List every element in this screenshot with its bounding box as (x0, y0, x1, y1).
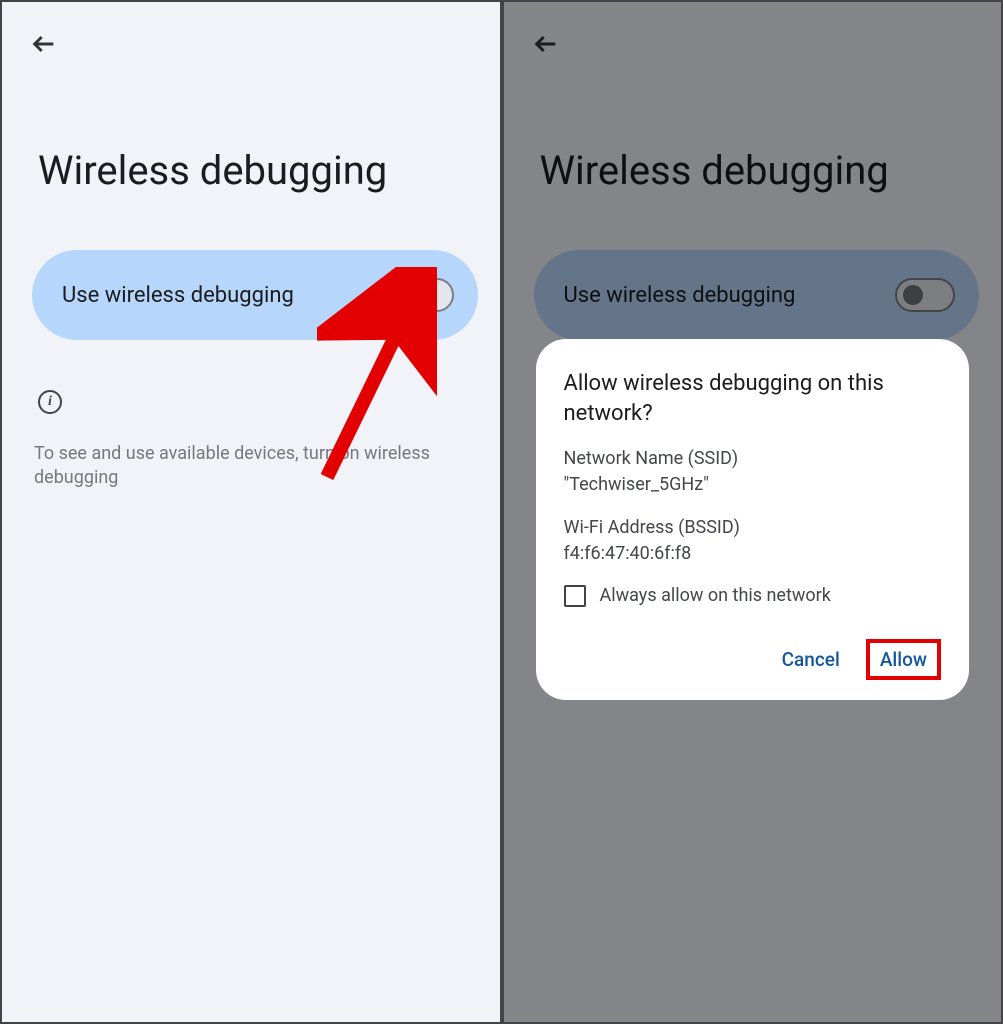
allow-button[interactable]: Allow (866, 639, 941, 680)
dialog-title: Allow wireless debugging on this network… (564, 369, 942, 428)
page-title: Wireless debugging (38, 147, 387, 194)
ssid-value: "Techwiser_5GHz" (564, 472, 942, 498)
cancel-button[interactable]: Cancel (770, 640, 852, 679)
checkbox-icon[interactable] (564, 585, 586, 607)
permission-dialog: Allow wireless debugging on this network… (536, 339, 970, 700)
screen-right: Wireless debugging Use wireless debuggin… (502, 0, 1003, 1024)
bssid-label: Wi-Fi Address (BSSID) (564, 515, 942, 541)
always-allow-row[interactable]: Always allow on this network (564, 583, 942, 609)
bssid-value: f4:f6:47:40:6f:f8 (564, 541, 942, 567)
toggle-switch[interactable] (394, 278, 454, 312)
ssid-label: Network Name (SSID) (564, 446, 942, 472)
dialog-body: Network Name (SSID) "Techwiser_5GHz" Wi-… (564, 446, 942, 608)
info-icon: i (38, 390, 62, 414)
toggle-label: Use wireless debugging (62, 283, 294, 308)
switch-thumb (402, 285, 422, 305)
wireless-debugging-toggle-card[interactable]: Use wireless debugging (32, 250, 478, 340)
arrow-left-icon (30, 30, 58, 58)
dialog-actions: Cancel Allow (564, 639, 942, 680)
screen-left: Wireless debugging Use wireless debuggin… (0, 0, 502, 1024)
back-button[interactable] (24, 24, 64, 64)
info-text: To see and use available devices, turn o… (34, 442, 460, 491)
checkbox-label: Always allow on this network (600, 583, 831, 609)
